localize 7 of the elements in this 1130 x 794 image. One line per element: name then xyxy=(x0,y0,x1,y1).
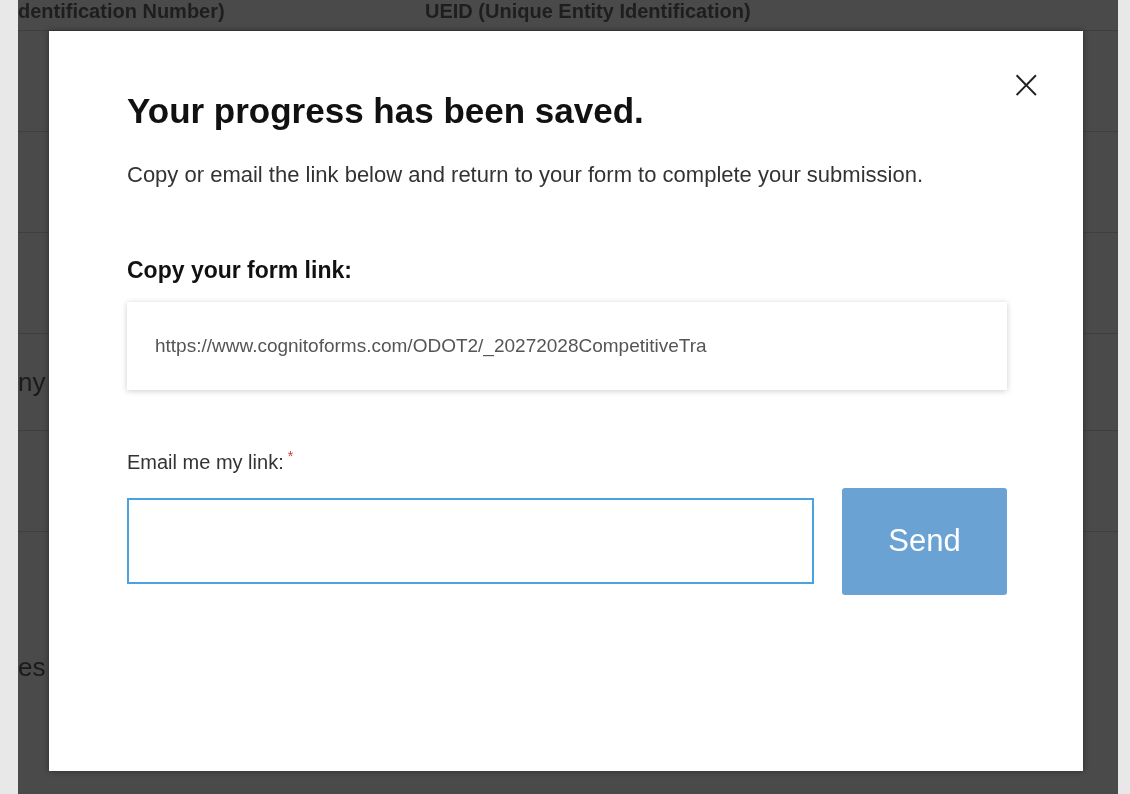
form-link-field[interactable]: https://www.cognitoforms.com/ODOT2/_20272028CompetitiveTra xyxy=(127,302,1007,390)
email-label: Email me my link: $^{*}$ xyxy=(127,448,295,474)
close-button[interactable]: × xyxy=(1005,67,1047,101)
dialog-message: Copy or email the link below and return to your form to complete your submission. xyxy=(127,161,925,189)
dialog-title: Your progress has been saved. xyxy=(127,91,645,131)
link-label: Copy your form link: xyxy=(127,257,353,284)
email-input[interactable] xyxy=(127,498,814,585)
